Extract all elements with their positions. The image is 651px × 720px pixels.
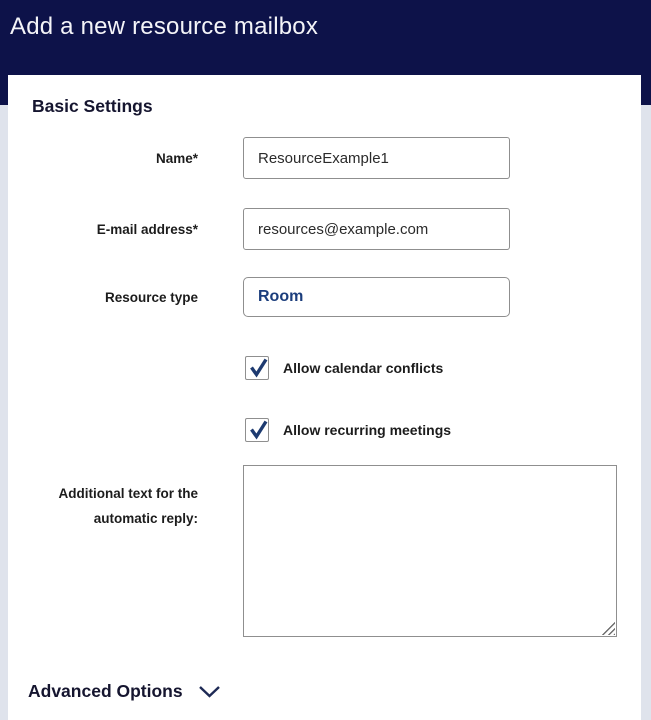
recurring-meetings-checkbox[interactable]	[245, 418, 269, 442]
additional-text-label-line1: Additional text for the	[8, 481, 198, 506]
email-input[interactable]	[243, 208, 510, 250]
calendar-conflicts-row: Allow calendar conflicts	[245, 356, 443, 380]
email-row: E-mail address*	[8, 208, 641, 250]
resource-type-select[interactable]: Room	[243, 277, 510, 317]
advanced-options-toggle[interactable]: Advanced Options	[28, 681, 221, 702]
section-title-basic-settings: Basic Settings	[32, 96, 153, 117]
recurring-meetings-row: Allow recurring meetings	[245, 418, 451, 442]
name-row: Name*	[8, 137, 641, 179]
name-label: Name*	[8, 146, 198, 171]
chevron-down-icon	[198, 685, 221, 699]
resource-type-row: Resource type Room	[8, 277, 641, 317]
resource-type-label: Resource type	[8, 285, 198, 310]
advanced-options-label: Advanced Options	[28, 681, 183, 702]
additional-text-row: Additional text for the automatic reply:	[8, 465, 641, 637]
email-label: E-mail address*	[8, 217, 198, 242]
name-input[interactable]	[243, 137, 510, 179]
form-card: Basic Settings Name* E-mail address* Res…	[8, 75, 641, 720]
calendar-conflicts-label: Allow calendar conflicts	[283, 360, 443, 376]
resource-type-value: Room	[258, 288, 303, 306]
calendar-conflicts-checkbox[interactable]	[245, 356, 269, 380]
additional-text-label: Additional text for the automatic reply:	[8, 465, 198, 531]
page-title: Add a new resource mailbox	[10, 13, 318, 41]
recurring-meetings-label: Allow recurring meetings	[283, 422, 451, 438]
additional-text-label-line2: automatic reply:	[8, 506, 198, 531]
automatic-reply-textarea[interactable]	[243, 465, 617, 637]
